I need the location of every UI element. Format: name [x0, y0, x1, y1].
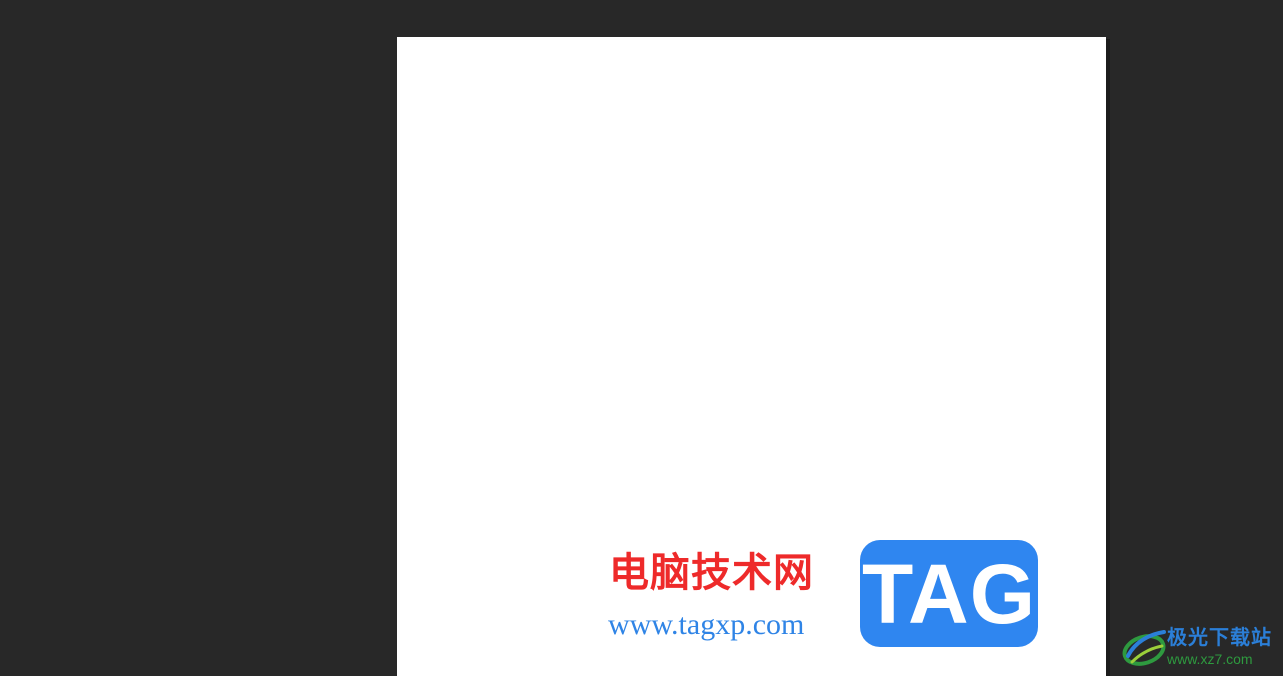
corner-logo: 极光下载站 www.xz7.com	[1122, 624, 1280, 672]
editor-workspace: 电脑技术网 www.tagxp.com TAG 极光下载站 www.xz7.co…	[0, 0, 1283, 676]
watermark-tag-badge: TAG	[860, 540, 1038, 647]
watermark-url: www.tagxp.com	[608, 608, 805, 641]
corner-logo-url: www.xz7.com	[1167, 651, 1253, 667]
aurora-swoosh-icon	[1122, 630, 1166, 666]
watermark-site-name: 电脑技术网	[609, 550, 814, 596]
watermark-tag-text: TAG	[861, 546, 1037, 641]
corner-logo-title: 极光下载站	[1167, 625, 1272, 649]
